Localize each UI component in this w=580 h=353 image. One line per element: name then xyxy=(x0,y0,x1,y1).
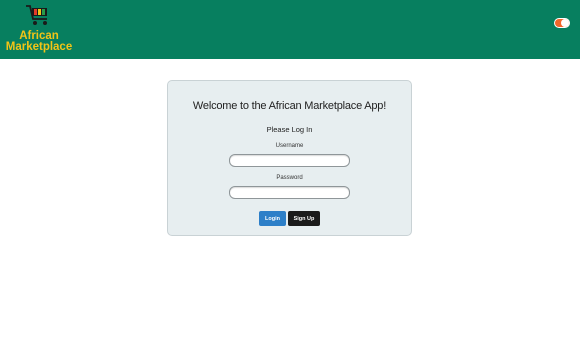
toggle-knob xyxy=(561,19,569,27)
signup-button[interactable]: Sign Up xyxy=(288,211,320,226)
welcome-heading: Welcome to the African Marketplace App! xyxy=(192,100,387,112)
shopping-cart-icon xyxy=(26,5,47,25)
logo-text-line2: Marketplace xyxy=(5,41,73,53)
logo-text: African Marketplace xyxy=(4,30,74,53)
username-label: Username xyxy=(275,143,304,149)
password-input[interactable] xyxy=(229,186,350,199)
username-input[interactable] xyxy=(229,154,350,167)
login-subtitle: Please Log In xyxy=(266,125,313,134)
login-button[interactable]: Login xyxy=(259,211,286,226)
header-bar: African Marketplace xyxy=(0,0,580,59)
theme-toggle[interactable] xyxy=(554,18,570,28)
app-logo[interactable]: African Marketplace xyxy=(4,4,74,56)
login-card: Welcome to the African Marketplace App! … xyxy=(167,80,412,236)
password-label: Password xyxy=(276,175,303,181)
